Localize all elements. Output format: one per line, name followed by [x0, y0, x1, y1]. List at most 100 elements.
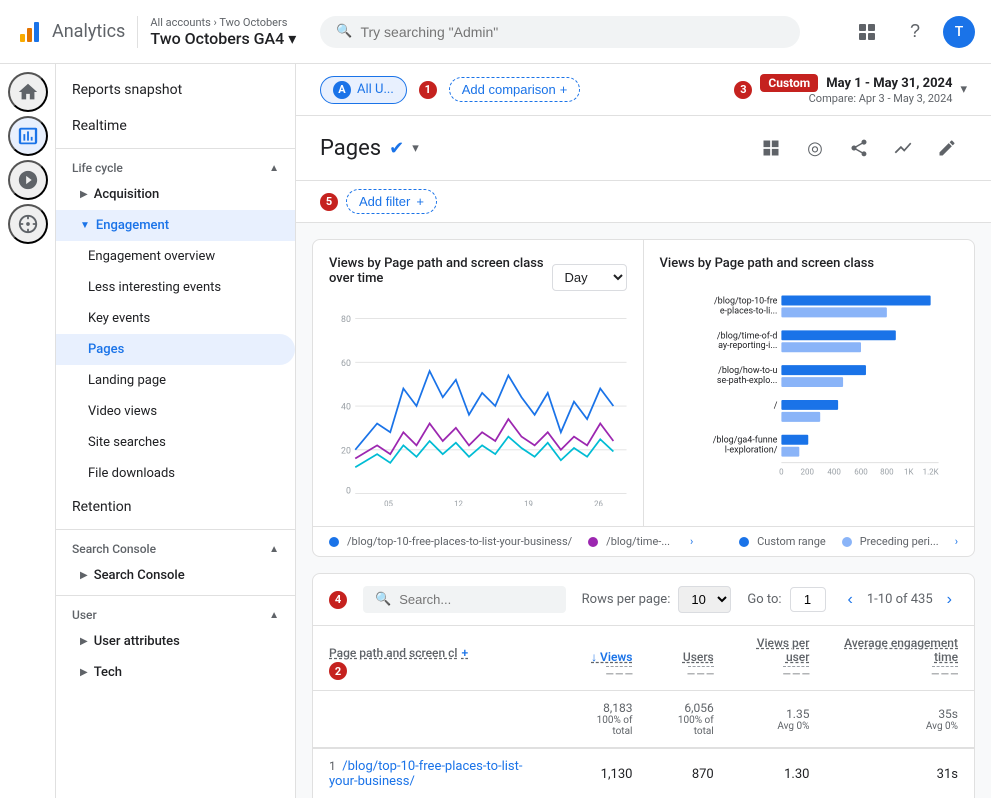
sidebar-item-retention[interactable]: Retention [56, 489, 295, 525]
legend-preceding: Preceding peri... [842, 535, 939, 548]
sidebar-item-engagement[interactable]: ▼ Engagement [56, 210, 295, 241]
share-button[interactable] [839, 128, 879, 168]
line-chart-header: Views by Page path and screen class over… [329, 256, 627, 298]
sidebar-item-reports-snapshot[interactable]: Reports snapshot [56, 72, 295, 108]
search-input[interactable] [360, 24, 784, 40]
title-dropdown-icon[interactable]: ▾ [412, 141, 419, 156]
help-icon: ? [910, 21, 920, 42]
rows-per-page-select[interactable]: 10 25 50 [678, 586, 731, 613]
total-vpu: 1.35 Avg 0% [730, 691, 826, 749]
svg-text:se-path-explo...: se-path-explo... [716, 376, 777, 386]
page-title-area: Pages ✔ ▾ [320, 136, 419, 161]
svg-text:/blog/how-to-u: /blog/how-to-u [718, 366, 777, 376]
main-layout: Reports snapshot Realtime Life cycle ▲ ▶… [0, 64, 991, 798]
help-button[interactable]: ? [895, 12, 935, 52]
badge-2-area: 2 [329, 662, 347, 680]
add-comparison-button[interactable]: Add comparison + [449, 77, 581, 102]
line-chart-panel: Views by Page path and screen class over… [313, 240, 644, 526]
all-users-chip[interactable]: A All U... [320, 76, 407, 104]
logo-area: Analytics [16, 18, 125, 46]
sidebar-item-key-events[interactable]: Key events [56, 303, 295, 334]
sidebar-section-lifecycle[interactable]: Life cycle ▲ [56, 153, 295, 179]
sidebar-item-file-downloads[interactable]: File downloads [56, 458, 295, 489]
nav-advertising-button[interactable] [8, 204, 48, 244]
svg-text:800: 800 [880, 468, 894, 477]
insight-button[interactable]: ◎ [795, 128, 835, 168]
bar-chart-svg: /blog/top-10-fre e-places-to-li... /blog… [660, 283, 959, 503]
svg-text:26: 26 [594, 500, 603, 506]
sidebar-item-search-console[interactable]: ▶ Search Console [56, 560, 295, 591]
add-filter-button[interactable]: Add filter + [346, 189, 437, 214]
page-title-actions: ◎ [751, 128, 967, 168]
legend-right-more-icon[interactable]: › [955, 535, 958, 548]
svg-text:l-exploration/: l-exploration/ [724, 446, 777, 456]
anomaly-icon [893, 138, 913, 158]
date-chevron-icon[interactable]: ▾ [960, 82, 967, 97]
avatar[interactable]: T [943, 16, 975, 48]
app-name: Analytics [52, 21, 125, 42]
table-search-area[interactable]: 🔍 [363, 586, 566, 613]
search-icon: 🔍 [336, 24, 352, 39]
table-header-row: Page path and screen cl + 2 [313, 626, 974, 691]
sidebar-item-user-attributes[interactable]: ▶ User attributes [56, 626, 295, 657]
property-selector[interactable]: Two Octobers GA4 ▾ [150, 29, 296, 48]
badge-3: 3 [734, 81, 752, 99]
sidebar-item-pages[interactable]: Pages [56, 334, 295, 365]
pagination-control: ‹ 1-10 of 435 › [842, 589, 958, 611]
next-page-button[interactable]: › [941, 589, 958, 611]
sidebar-item-tech[interactable]: ▶ Tech [56, 657, 295, 688]
tech-chevron-icon: ▶ [80, 667, 88, 678]
total-users: 6,056 100% of total [648, 691, 729, 749]
acquisition-chevron-icon: ▶ [80, 189, 88, 200]
left-nav-icons [0, 64, 56, 798]
svg-text:20: 20 [341, 446, 351, 456]
goto-input[interactable] [790, 587, 826, 612]
apps-grid-button[interactable] [847, 12, 887, 52]
table-toolbar: 4 🔍 Rows per page: 10 25 50 [313, 574, 974, 626]
anomaly-button[interactable] [883, 128, 923, 168]
line-chart-svg: 80 60 40 20 0 05 May 12 [329, 306, 627, 506]
prev-page-button[interactable]: ‹ [842, 589, 859, 611]
insight-icon: ◎ [807, 138, 823, 159]
nav-reports-button[interactable] [8, 116, 48, 156]
account-nav[interactable]: All accounts › Two Octobers Two Octobers… [137, 16, 308, 48]
table-search-input[interactable] [399, 592, 553, 607]
comparison-view-button[interactable] [751, 128, 791, 168]
row-1-path-link[interactable]: /blog/top-10-free-places-to-list-your-bu… [329, 759, 522, 789]
sidebar-item-less-interesting-events[interactable]: Less interesting events [56, 272, 295, 303]
sidebar-section-user[interactable]: User ▲ [56, 600, 295, 626]
svg-text:40: 40 [341, 403, 351, 413]
col-header-views: ↓ Views ─ ─ ─ [567, 626, 649, 691]
edit-button[interactable] [927, 128, 967, 168]
chevron-down-icon: ▾ [288, 29, 296, 48]
svg-text:12: 12 [454, 500, 463, 506]
page-title: Pages [320, 136, 381, 161]
rows-per-page-control: Rows per page: 10 25 50 [582, 586, 732, 613]
legend-custom-dot [739, 537, 749, 547]
legend-dot-1 [329, 537, 339, 547]
sidebar-item-engagement-overview[interactable]: Engagement overview [56, 241, 295, 272]
badge-1-area: 1 [419, 81, 437, 99]
nav-explore-button[interactable] [8, 160, 48, 200]
granularity-select[interactable]: Day Week Month [552, 264, 627, 291]
nav-home-button[interactable] [8, 72, 48, 112]
sidebar-item-realtime[interactable]: Realtime [56, 108, 295, 144]
edit-icon [937, 138, 957, 158]
sidebar-item-site-searches[interactable]: Site searches [56, 427, 295, 458]
topbar-actions: ? T [847, 12, 975, 52]
global-search[interactable]: 🔍 [320, 16, 800, 48]
divider-1 [56, 148, 295, 149]
sidebar-item-video-views[interactable]: Video views [56, 396, 295, 427]
sidebar-section-search-console[interactable]: Search Console ▲ [56, 534, 295, 560]
sidebar-item-landing-page[interactable]: Landing page [56, 365, 295, 396]
user-chevron-icon: ▲ [269, 610, 279, 621]
verified-icon: ✔ [389, 138, 404, 159]
col-add-icon[interactable]: + [461, 646, 468, 660]
total-views: 8,183 100% of total [567, 691, 649, 749]
date-range-selector[interactable]: 3 Custom May 1 - May 31, 2024 Compare: A… [734, 74, 967, 105]
all-users-badge: A [333, 81, 351, 99]
sidebar-item-acquisition[interactable]: ▶ Acquisition [56, 179, 295, 210]
legend-more-icon[interactable]: › [690, 535, 693, 548]
filter-plus-icon: + [416, 194, 424, 209]
svg-text:/blog/ga4-funne: /blog/ga4-funne [712, 436, 777, 446]
